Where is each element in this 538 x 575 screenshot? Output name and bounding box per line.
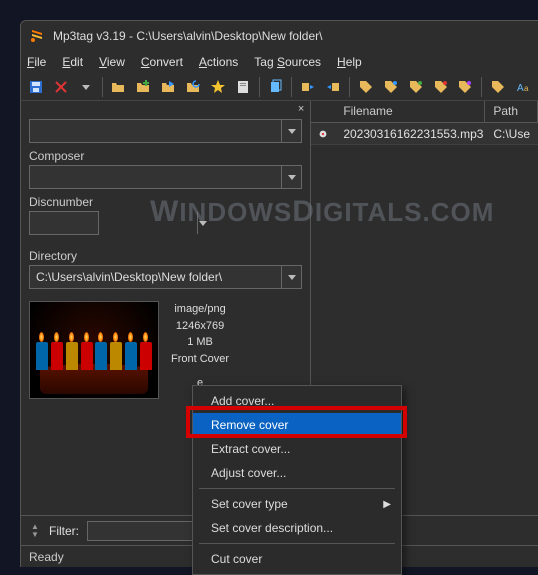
file-to-tag-icon[interactable] xyxy=(322,76,344,98)
delete-icon[interactable] xyxy=(50,76,72,98)
menu-separator xyxy=(199,488,395,489)
cover-size: 1 MB xyxy=(171,334,229,351)
file-row[interactable]: 20230316162231553.mp3 C:\Use xyxy=(311,123,538,145)
col-icon[interactable] xyxy=(311,101,335,122)
toolbar-separator xyxy=(291,77,292,97)
discnumber-input[interactable] xyxy=(30,216,197,230)
menu-remove-cover[interactable]: Remove cover xyxy=(193,413,401,437)
composer-combo[interactable] xyxy=(29,165,302,189)
toolbar: Aa xyxy=(21,73,538,101)
menu-bar: File Edit View Convert Actions Tag Sourc… xyxy=(21,51,538,73)
title-input[interactable] xyxy=(30,124,281,138)
tag1-icon[interactable] xyxy=(355,76,377,98)
menu-view[interactable]: View xyxy=(99,55,125,69)
cover-type: Front Cover xyxy=(171,351,229,368)
chevron-down-icon[interactable] xyxy=(197,212,208,234)
menu-actions[interactable]: Actions xyxy=(199,55,238,69)
chevron-down-icon[interactable] xyxy=(281,166,301,188)
cover-mime: image/png xyxy=(171,301,229,318)
menu-file[interactable]: File xyxy=(27,55,46,69)
svg-text:a: a xyxy=(524,84,529,93)
title-bar: Mp3tag v3.19 - C:\Users\alvin\Desktop\Ne… xyxy=(21,21,538,51)
discnumber-label: Discnumber xyxy=(29,195,302,209)
toolbar-separator xyxy=(349,77,350,97)
file-type-icon xyxy=(311,127,335,141)
folder-refresh-icon[interactable] xyxy=(182,76,204,98)
menu-add-cover[interactable]: Add cover... xyxy=(193,389,401,413)
col-filename[interactable]: Filename xyxy=(335,101,485,122)
chevron-down-icon[interactable] xyxy=(281,120,301,142)
file-path: C:\Use xyxy=(485,127,538,141)
menu-file-label: ile xyxy=(34,55,46,69)
window-title: Mp3tag v3.19 - C:\Users\alvin\Desktop\Ne… xyxy=(53,29,322,43)
chevron-down-icon[interactable] xyxy=(281,266,301,288)
menu-separator xyxy=(199,543,395,544)
menu-convert[interactable]: Convert xyxy=(141,55,183,69)
menu-extract-cover[interactable]: Extract cover... xyxy=(193,437,401,461)
tag4-icon[interactable] xyxy=(430,76,452,98)
cover-context-menu: Add cover... Remove cover Extract cover.… xyxy=(192,385,402,575)
menu-edit[interactable]: Edit xyxy=(62,55,83,69)
tag6-icon[interactable] xyxy=(487,76,509,98)
col-path[interactable]: Path xyxy=(485,101,538,122)
favorite-icon[interactable] xyxy=(207,76,229,98)
file-header: Filename Path xyxy=(311,101,538,123)
pin-icon[interactable]: ▲▼ xyxy=(29,523,41,539)
composer-input[interactable] xyxy=(30,170,281,184)
directory-combo[interactable] xyxy=(29,265,302,289)
composer-label: Composer xyxy=(29,149,302,163)
folder-open-icon[interactable] xyxy=(108,76,130,98)
toolbar-separator xyxy=(481,77,482,97)
submenu-arrow-icon: ▶ xyxy=(383,499,391,510)
tag-to-file-icon[interactable] xyxy=(297,76,319,98)
cover-art[interactable] xyxy=(29,301,159,399)
file-name: 20230316162231553.mp3 xyxy=(335,127,485,141)
menu-help[interactable]: Help xyxy=(337,55,362,69)
discnumber-combo[interactable] xyxy=(29,211,99,235)
filter-label: Filter: xyxy=(49,524,79,538)
directory-input[interactable] xyxy=(30,270,281,284)
menu-adjust-cover[interactable]: Adjust cover... xyxy=(193,461,401,485)
folder-add-icon[interactable] xyxy=(132,76,154,98)
svg-text:A: A xyxy=(517,83,524,94)
tag5-icon[interactable] xyxy=(455,76,477,98)
save-icon[interactable] xyxy=(25,76,47,98)
tag3-icon[interactable] xyxy=(405,76,427,98)
toolbar-separator xyxy=(259,77,260,97)
panel-close-icon[interactable]: × xyxy=(298,103,304,115)
menu-set-cover-desc[interactable]: Set cover description... xyxy=(193,516,401,540)
tag7-icon[interactable]: Aa xyxy=(512,76,534,98)
status-text: Ready xyxy=(29,550,64,564)
cover-dimensions: 1246x769 xyxy=(171,318,229,335)
tag2-icon[interactable] xyxy=(380,76,402,98)
title-combo[interactable] xyxy=(29,119,302,143)
drop-icon[interactable] xyxy=(75,76,97,98)
menu-set-cover-type[interactable]: Set cover type▶ xyxy=(193,492,401,516)
copy-icon[interactable] xyxy=(265,76,287,98)
menu-tag-sources[interactable]: Tag Sources xyxy=(254,55,321,69)
app-icon xyxy=(29,28,45,44)
toolbar-separator xyxy=(102,77,103,97)
menu-cut-cover[interactable]: Cut cover xyxy=(193,547,401,571)
folder-play-icon[interactable] xyxy=(157,76,179,98)
directory-label: Directory xyxy=(29,249,302,263)
document-icon[interactable] xyxy=(232,76,254,98)
